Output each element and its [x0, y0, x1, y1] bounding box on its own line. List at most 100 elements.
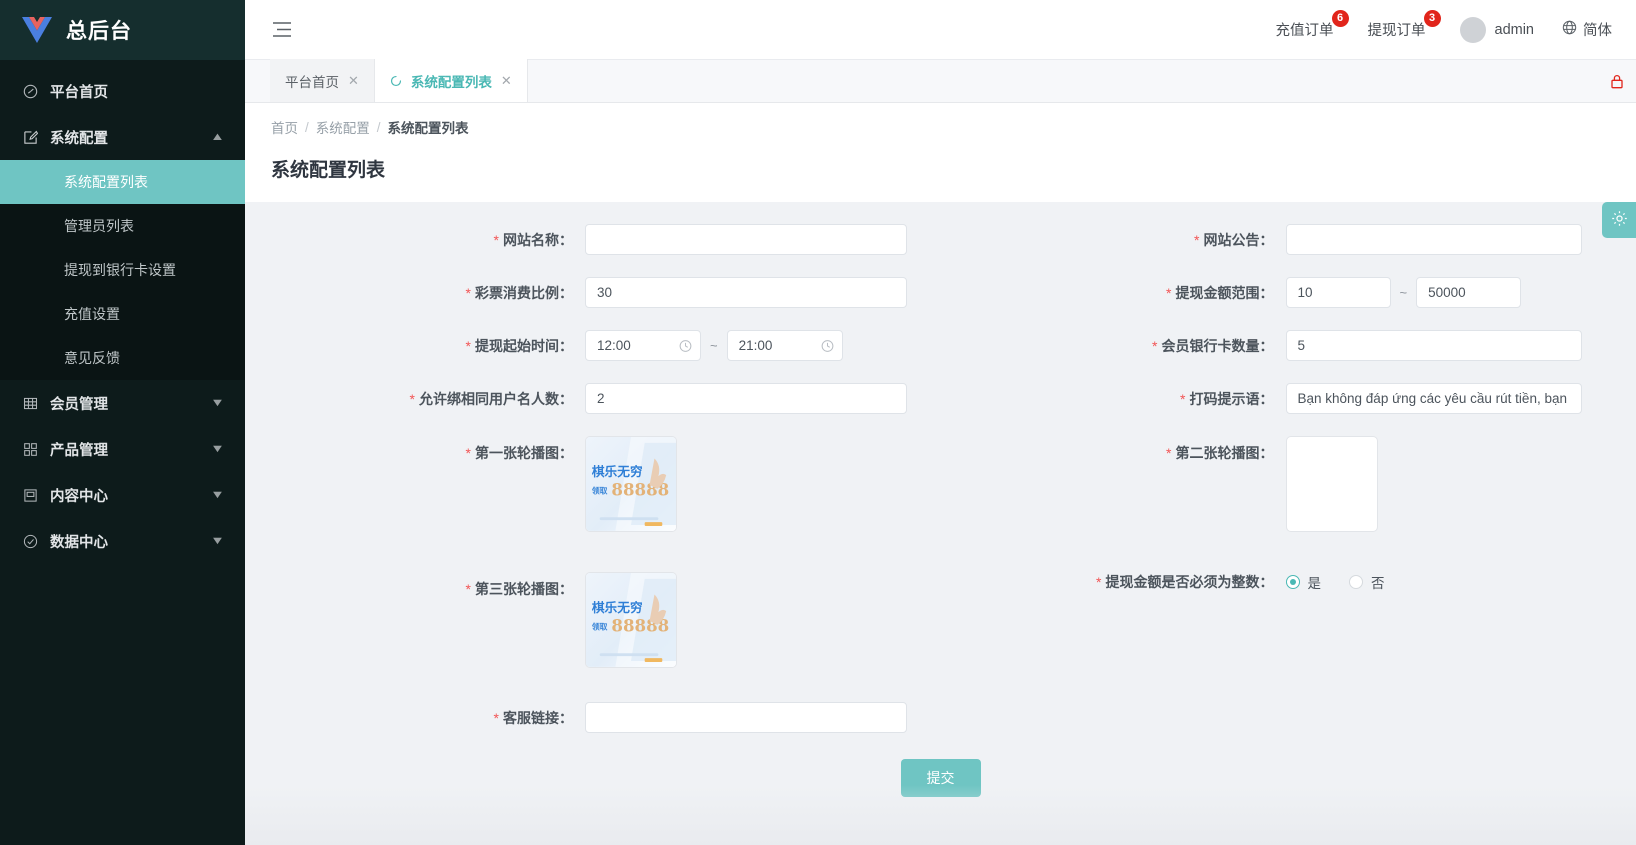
sidebar-item-product-management[interactable]: 产品管理 ▼: [0, 426, 245, 472]
withdraw-amount-min-input[interactable]: [1286, 277, 1391, 308]
sidebar-subitem-label: 系统配置列表: [64, 172, 148, 192]
chevron-up-icon: ▲: [210, 131, 225, 143]
field-label-text: 彩票消费比例: [475, 285, 559, 301]
withdraw-start-time-wrap: [585, 330, 701, 361]
tab-system-config-list[interactable]: 系统配置列表 ✕: [375, 59, 528, 102]
sidebar-item-label: 内容中心: [50, 485, 200, 506]
recharge-orders-badge: 6: [1332, 10, 1349, 27]
radio-withdraw-integer-yes[interactable]: 是: [1286, 572, 1322, 592]
member-bankcard-count-input[interactable]: [1286, 330, 1582, 361]
svg-text:棋乐无穷: 棋乐无穷: [592, 600, 643, 615]
withdraw-orders-link[interactable]: 提现订单 3: [1368, 19, 1432, 40]
gear-icon: [1611, 210, 1628, 230]
lottery-consume-ratio-input[interactable]: [585, 277, 907, 308]
user-menu[interactable]: admin: [1460, 17, 1535, 43]
topbar-right-group: 充值订单 6 提现订单 3 admin 简体: [1276, 17, 1613, 43]
field-label: *允许绑相同用户名人数：: [245, 389, 585, 409]
edit-square-icon: [22, 129, 38, 145]
site-name-input[interactable]: [585, 224, 907, 255]
vue-logo-icon: [22, 17, 52, 43]
language-label: 简体: [1583, 19, 1612, 40]
field-same-username-bind-count: *允许绑相同用户名人数：: [245, 383, 941, 414]
settings-drawer-handle[interactable]: [1602, 202, 1636, 238]
sidebar-subitem-system-config-list[interactable]: 系统配置列表: [0, 160, 245, 204]
required-marker: *: [466, 445, 471, 461]
required-marker: *: [466, 285, 471, 301]
sidebar-subitem-recharge-settings[interactable]: 充值设置: [0, 292, 245, 336]
field-label: *提现金额是否必须为整数：: [941, 572, 1286, 592]
submit-button[interactable]: 提交: [901, 759, 981, 797]
sidebar-item-label: 数据中心: [50, 531, 200, 552]
field-label: *第一张轮播图：: [245, 436, 585, 463]
carousel-image-3-uploader[interactable]: 棋乐无穷 领取 88888: [585, 572, 677, 668]
sidebar-item-label: 系统配置: [50, 127, 200, 148]
field-label: *会员银行卡数量：: [941, 336, 1286, 356]
refresh-spinner-icon: [390, 75, 402, 87]
field-site-name: *网站名称：: [245, 224, 941, 255]
globe-icon: [1562, 20, 1577, 39]
field-label: *第三张轮播图：: [245, 572, 585, 599]
lock-icon[interactable]: [1610, 74, 1624, 92]
recharge-orders-link[interactable]: 充值订单 6: [1276, 19, 1340, 40]
radio-withdraw-integer-no[interactable]: 否: [1349, 572, 1385, 592]
field-label-text: 第二张轮播图: [1176, 445, 1260, 461]
withdraw-start-time-input[interactable]: [585, 330, 701, 361]
breadcrumb: 首页 / 系统配置 / 系统配置列表: [271, 117, 1636, 137]
sidebar-item-data-center[interactable]: 数据中心 ▼: [0, 518, 245, 564]
hamburger-menu-icon[interactable]: [271, 20, 293, 40]
field-label: *网站名称：: [245, 230, 585, 250]
topbar: 充值订单 6 提现订单 3 admin 简体: [245, 0, 1636, 60]
customer-service-link-input[interactable]: [585, 702, 907, 733]
svg-text:棋乐无穷: 棋乐无穷: [592, 464, 643, 479]
sidebar-subitem-label: 提现到银行卡设置: [64, 260, 176, 280]
withdraw-amount-max-input[interactable]: [1416, 277, 1521, 308]
required-marker: *: [1180, 391, 1185, 407]
required-marker: *: [1166, 285, 1171, 301]
breadcrumb-item-home[interactable]: 首页: [271, 117, 298, 137]
same-username-bind-count-input[interactable]: [585, 383, 907, 414]
svg-text:领取: 领取: [592, 486, 608, 496]
amount-range-separator: ~: [1400, 285, 1408, 300]
chevron-down-icon: ▼: [210, 535, 225, 547]
close-icon[interactable]: ✕: [348, 73, 359, 89]
form-actions: 提交: [245, 759, 1636, 797]
withdraw-orders-label: 提现订单: [1368, 23, 1426, 39]
sidebar-subitem-bank-withdraw-settings[interactable]: 提现到银行卡设置: [0, 248, 245, 292]
withdraw-end-time-input[interactable]: [727, 330, 843, 361]
tab-platform-home[interactable]: 平台首页 ✕: [270, 59, 375, 102]
sidebar-logo[interactable]: 总后台: [0, 0, 245, 60]
sidebar-item-label: 会员管理: [50, 393, 200, 414]
sidebar-subitem-admin-list[interactable]: 管理员列表: [0, 204, 245, 248]
check-circle-icon: [22, 533, 38, 549]
field-label: *提现起始时间：: [245, 336, 585, 356]
tab-label: 平台首页: [285, 71, 339, 91]
breadcrumb-separator: /: [305, 120, 309, 135]
breadcrumb-item-system-config[interactable]: 系统配置: [316, 117, 370, 137]
sidebar-item-content-center[interactable]: 内容中心 ▼: [0, 472, 245, 518]
breadcrumb-separator: /: [377, 120, 381, 135]
field-label-text: 第三张轮播图: [475, 581, 559, 597]
carousel-image-1-preview: 棋乐无穷 领取 88888: [586, 437, 676, 531]
field-label-text: 允许绑相同用户名人数: [419, 391, 559, 407]
language-switcher[interactable]: 简体: [1562, 19, 1612, 40]
field-withdraw-amount-range: *提现金额范围： ~: [941, 277, 1636, 308]
carousel-image-1-uploader[interactable]: 棋乐无穷 领取 88888: [585, 436, 677, 532]
sidebar-subitem-feedback[interactable]: 意见反馈: [0, 336, 245, 380]
close-icon[interactable]: ✕: [501, 73, 512, 89]
radio-label: 否: [1371, 572, 1385, 592]
carousel-image-3-preview: 棋乐无穷 领取 88888: [586, 573, 676, 667]
recharge-orders-label: 充值订单: [1276, 23, 1334, 39]
sidebar-item-platform-home[interactable]: 平台首页: [0, 68, 245, 114]
site-announcement-input[interactable]: [1286, 224, 1582, 255]
main-area: 充值订单 6 提现订单 3 admin 简体: [245, 0, 1636, 845]
withdraw-orders-badge: 3: [1424, 10, 1441, 27]
carousel-image-2-uploader[interactable]: [1286, 436, 1378, 532]
sidebar-item-member-management[interactable]: 会员管理 ▼: [0, 380, 245, 426]
field-label-text: 客服链接: [503, 710, 559, 726]
app-root: 总后台 平台首页 系统配置 ▲: [0, 0, 1636, 845]
sidebar-item-system-config[interactable]: 系统配置 ▲: [0, 114, 245, 160]
withdraw-integer-radio-group: 是 否: [1286, 572, 1385, 592]
field-label: *彩票消费比例：: [245, 283, 585, 303]
wager-tip-text-input[interactable]: [1286, 383, 1582, 414]
radio-dot-icon: [1349, 575, 1363, 589]
